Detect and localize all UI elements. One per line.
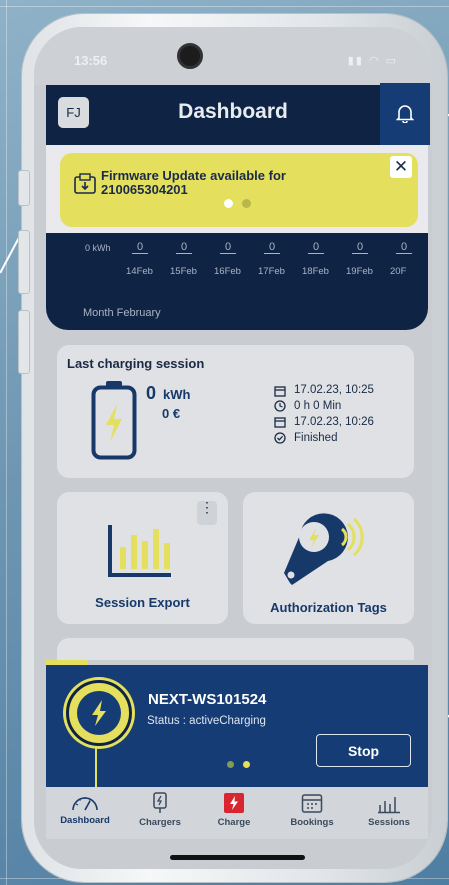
tab-label: Chargers xyxy=(139,817,181,828)
tab-label: Charge xyxy=(217,817,251,828)
charging-connector-line xyxy=(95,747,97,787)
chart-bar-value: 0 xyxy=(220,241,236,254)
check-circle-icon xyxy=(274,432,286,444)
rfid-tag-icon xyxy=(284,513,364,585)
tab-dashboard[interactable]: Dashboard xyxy=(47,787,123,837)
camera-icon xyxy=(177,43,203,69)
page-title: Dashboard xyxy=(178,100,288,123)
tab-sessions[interactable]: Sessions xyxy=(351,787,427,837)
speedometer-icon xyxy=(72,797,98,811)
side-button xyxy=(18,230,30,294)
chart-month-label: Month February xyxy=(83,307,161,319)
chart-bar-value: 0 xyxy=(176,241,192,254)
calendar-start-icon xyxy=(274,386,286,397)
session-start-time: 17.02.23, 10:25 xyxy=(294,384,374,396)
banner-page-dot-active[interactable] xyxy=(224,199,233,208)
chart-x-tick-label: 16Feb xyxy=(214,266,241,277)
authorization-tags-label: Authorization Tags xyxy=(270,600,387,615)
chart-x-tick-label: 17Feb xyxy=(258,266,285,277)
session-energy-unit: kWh xyxy=(163,387,191,402)
chart-y-label: 0 kWh xyxy=(85,243,111,253)
session-export-label: Session Export xyxy=(95,595,190,610)
banner-page-dot[interactable] xyxy=(242,199,251,208)
sessions-bar-chart-icon xyxy=(378,797,400,814)
tab-label: Dashboard xyxy=(60,815,110,826)
chart-bar-value: 0 xyxy=(308,241,324,254)
frame-line xyxy=(6,0,7,885)
tab-label: Bookings xyxy=(290,817,334,828)
charging-status-indicator xyxy=(66,680,132,746)
chart-bar-value: 0 xyxy=(396,241,412,254)
station-name: NEXT-WS101524 xyxy=(148,691,267,708)
session-duration: 0 h 0 Min xyxy=(294,400,342,412)
firmware-update-icon xyxy=(74,173,96,194)
chart-x-tick-label: 18Feb xyxy=(302,266,329,277)
charge-bolt-icon xyxy=(224,793,244,813)
chart-bar-value: 0 xyxy=(264,241,280,254)
lightning-bolt-icon xyxy=(92,700,106,726)
calendar-end-icon xyxy=(274,417,286,428)
session-energy-value: 0 xyxy=(146,383,157,403)
charging-page-dot[interactable] xyxy=(227,761,234,768)
tab-label: Sessions xyxy=(368,817,410,828)
side-button xyxy=(18,170,30,206)
chart-x-tick-label: 15Feb xyxy=(170,266,197,277)
bell-icon xyxy=(396,105,414,123)
chart-x-tick-label: 14Feb xyxy=(126,266,153,277)
tab-chargers[interactable]: Chargers xyxy=(122,787,198,837)
home-indicator[interactable] xyxy=(170,855,305,860)
firmware-update-message: Firmware Update available for 2100653042… xyxy=(101,168,286,197)
chart-x-tick-label: 19Feb xyxy=(346,266,373,277)
last-session-title: Last charging session xyxy=(67,356,205,371)
calendar-icon xyxy=(301,794,323,813)
clock-icon xyxy=(274,400,286,412)
notifications-button[interactable] xyxy=(380,83,430,145)
side-button xyxy=(18,310,30,374)
chart-x-tick-label: 20F xyxy=(390,266,407,277)
chart-bar-value: 0 xyxy=(352,241,368,254)
signal-wifi-battery-icon: ▮▮ ◠ ▭ xyxy=(347,55,398,67)
status-time: 13:56 xyxy=(74,53,108,68)
stop-charging-button[interactable]: Stop xyxy=(316,734,411,767)
more-options-icon[interactable]: ⋮ xyxy=(197,500,217,525)
bar-chart-icon xyxy=(108,525,171,577)
charger-plug-icon xyxy=(153,792,167,813)
session-state: Finished xyxy=(294,432,338,444)
app-viewport: 13:56 ▮▮ ◠ ▭ FJ Dashboard 0 kWh 0 14Feb 0 1… xyxy=(34,27,432,869)
close-icon[interactable]: ✕ xyxy=(390,156,412,178)
tab-bookings[interactable]: Bookings xyxy=(274,787,350,837)
chart-bar-value: 0 xyxy=(132,241,148,254)
tab-charge[interactable]: Charge xyxy=(196,787,272,837)
charging-page-dot-active[interactable] xyxy=(243,761,250,768)
frame-line xyxy=(0,6,449,7)
session-end-time: 17.02.23, 10:26 xyxy=(294,416,374,428)
session-cost: 0 € xyxy=(162,406,181,421)
station-status: Status : activeCharging xyxy=(147,715,266,727)
battery-charging-icon xyxy=(91,381,137,460)
